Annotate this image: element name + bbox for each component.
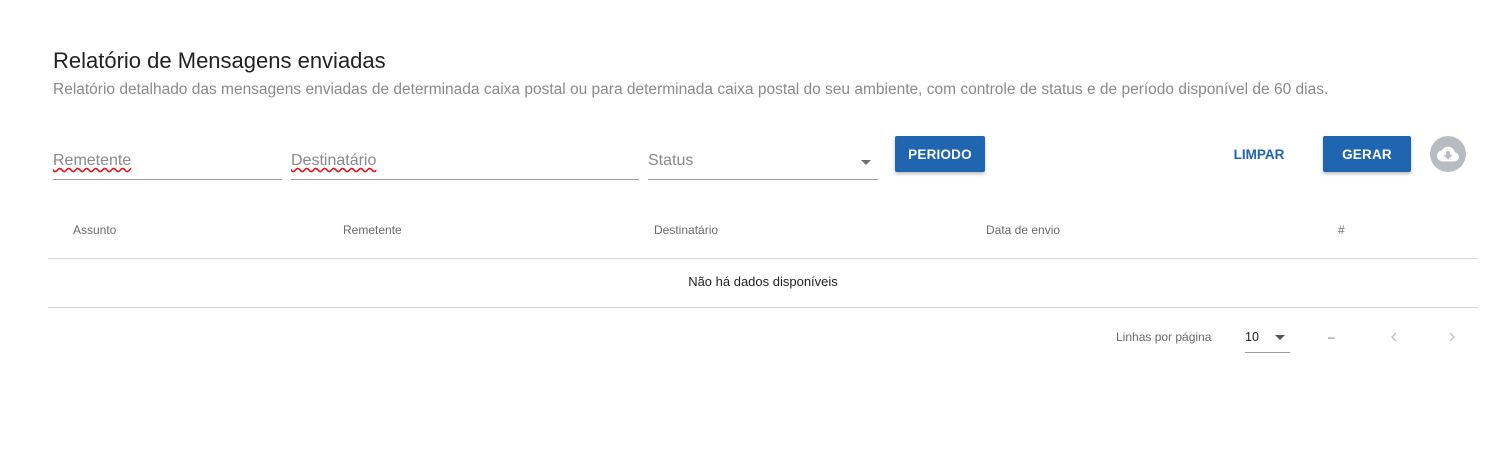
table-header-divider xyxy=(48,258,1478,259)
recipient-input[interactable]: Destinatário xyxy=(291,146,639,180)
rows-per-page-select[interactable]: 10 xyxy=(1245,322,1290,353)
chevron-left-icon xyxy=(1391,332,1397,342)
column-header-sender[interactable]: Remetente xyxy=(343,223,402,237)
previous-page-button[interactable] xyxy=(1384,327,1404,347)
cloud-download-icon xyxy=(1437,146,1459,162)
download-button[interactable] xyxy=(1430,136,1466,172)
clear-button[interactable]: LIMPAR xyxy=(1222,136,1296,172)
generate-button[interactable]: GERAR xyxy=(1323,136,1411,172)
status-placeholder: Status xyxy=(648,152,694,169)
next-page-button[interactable] xyxy=(1442,327,1462,347)
column-header-recipient[interactable]: Destinatário xyxy=(654,223,718,237)
recipient-placeholder: Destinatário xyxy=(291,152,377,169)
period-button[interactable]: PERIODO xyxy=(895,136,985,172)
status-select[interactable]: Status xyxy=(648,146,878,180)
page-range-text: – xyxy=(1328,330,1335,344)
rows-per-page-value: 10 xyxy=(1245,330,1259,344)
chevron-right-icon xyxy=(1449,332,1455,342)
column-header-subject[interactable]: Assunto xyxy=(73,223,116,237)
caret-down-icon xyxy=(1275,335,1285,340)
table-bottom-divider xyxy=(48,307,1478,308)
column-header-send-date[interactable]: Data de envio xyxy=(986,223,1060,237)
column-header-actions: # xyxy=(1338,223,1345,237)
page-title: Relatório de Mensagens enviadas xyxy=(53,48,386,73)
sender-input[interactable]: Remetente xyxy=(53,146,282,180)
empty-table-message: Não há dados disponíveis xyxy=(688,274,838,289)
rows-per-page-label: Linhas por página xyxy=(1116,330,1212,344)
caret-down-icon xyxy=(861,160,871,165)
page-subtitle: Relatório detalhado das mensagens enviad… xyxy=(53,81,1329,98)
sender-placeholder: Remetente xyxy=(53,152,132,169)
